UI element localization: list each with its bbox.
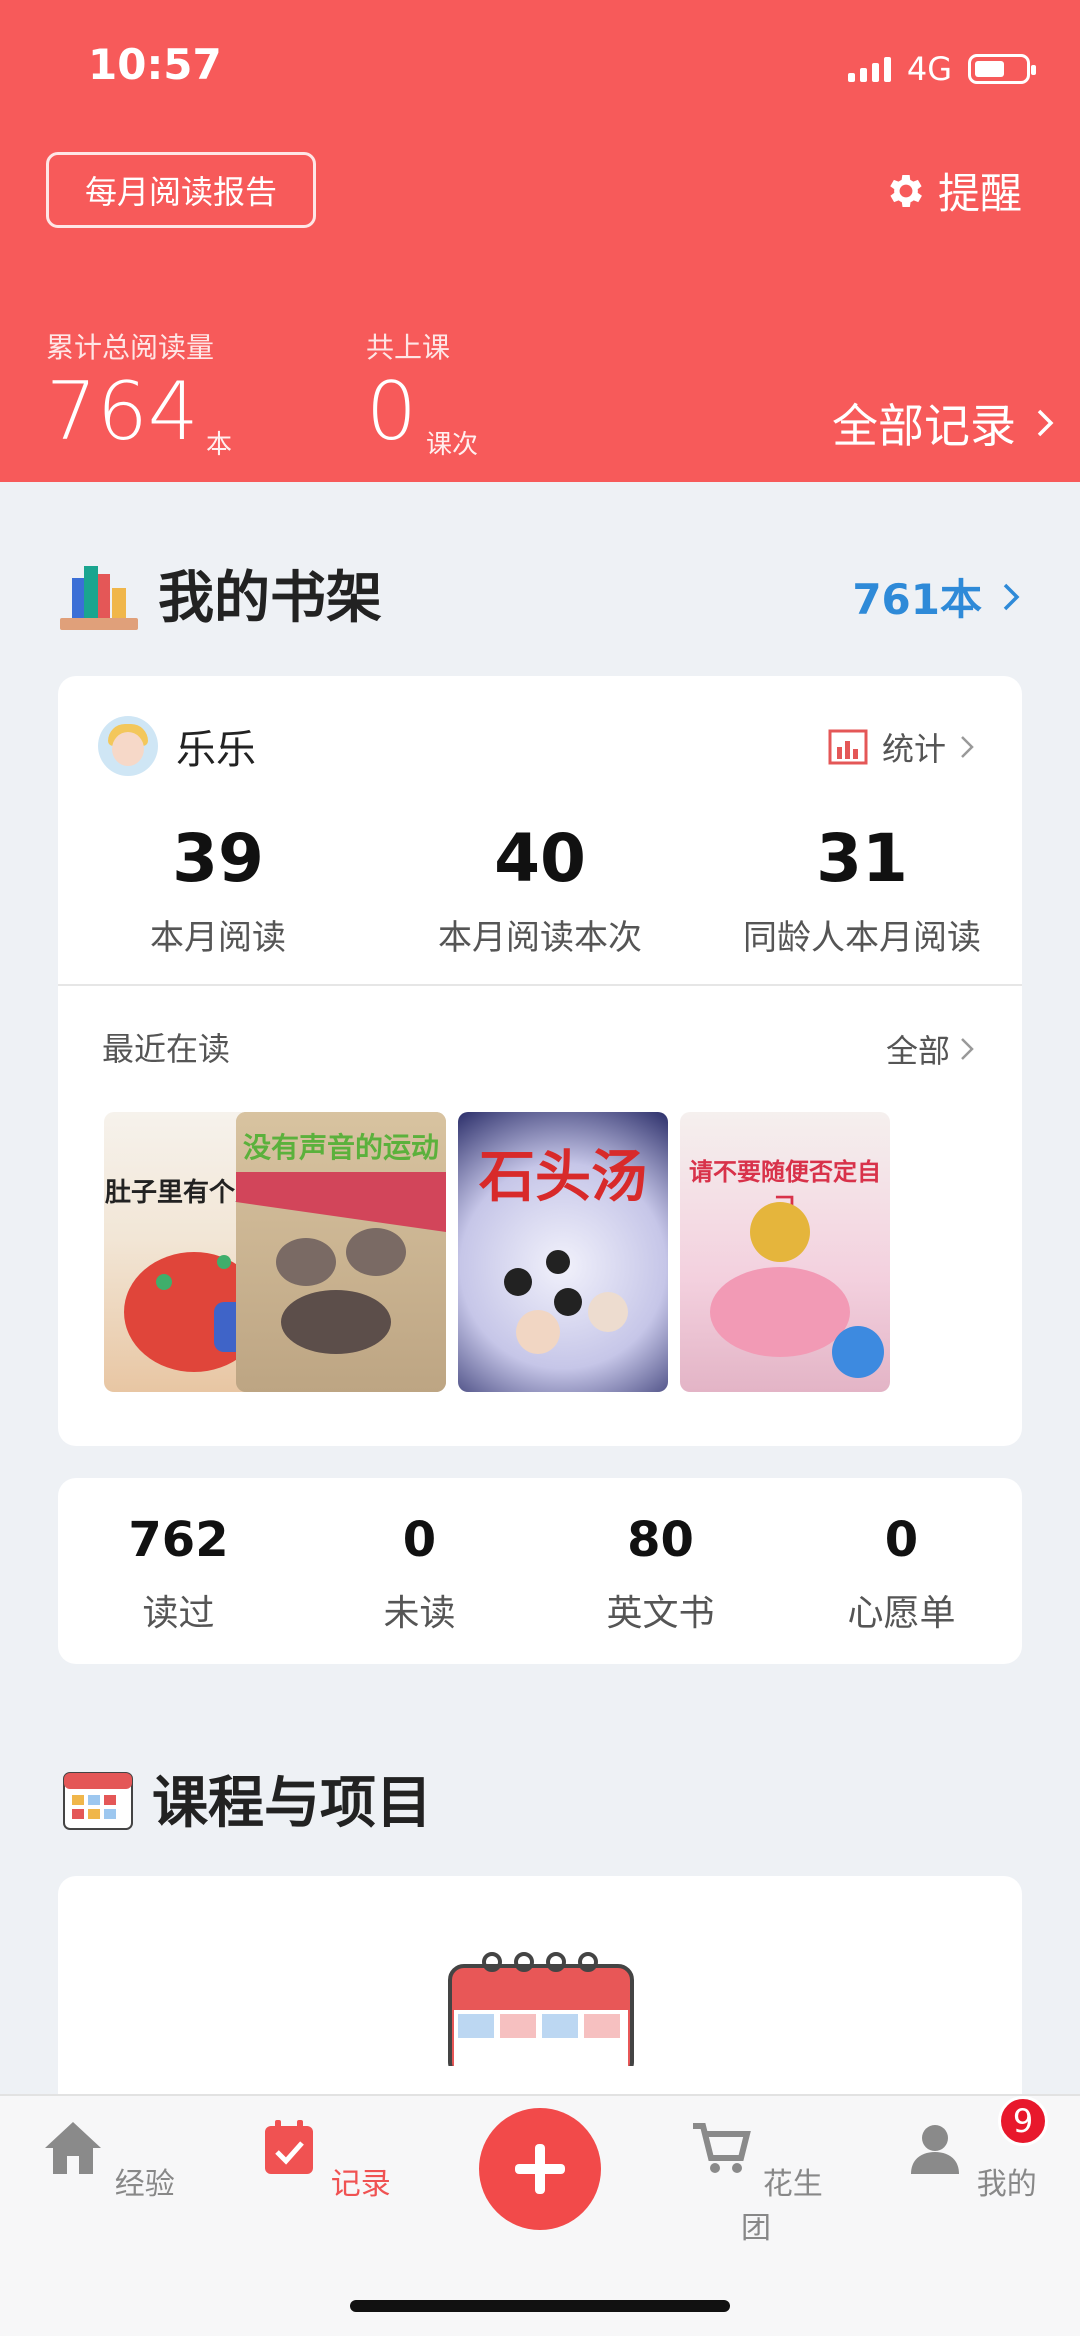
total-reading-value: 764: [46, 365, 199, 458]
statistics-label: 统计: [881, 730, 946, 768]
book-cover[interactable]: 石头汤: [458, 1112, 668, 1392]
tab-me-label: 我的: [976, 2167, 1037, 2202]
book-illustration: [504, 1250, 628, 1354]
child-profile[interactable]: 乐乐: [98, 716, 256, 776]
peer-reading-label: 同龄人本月阅读: [743, 918, 981, 958]
chevron-right-icon: [1003, 583, 1020, 610]
cart-icon: [693, 2123, 752, 2173]
monthly-sessions-stat: 40 本月阅读本次: [380, 826, 700, 959]
divider: [58, 984, 1022, 986]
courses-title: 课程与项目: [152, 1771, 432, 1836]
reading-counts-card: 762 读过 0 未读 80 英文书 0 心愿单: [58, 1478, 1022, 1664]
chevron-right-icon: [1037, 409, 1054, 437]
home-indicator: [350, 2300, 730, 2312]
notification-badge: 9: [998, 2096, 1048, 2146]
chevron-right-icon: [961, 1038, 974, 1060]
tab-records[interactable]: 记录: [254, 2116, 394, 2203]
calendar-icon: [63, 1771, 133, 1830]
wishlist-count-value: 0: [884, 1512, 919, 1568]
wishlist-count-label: 心愿单: [847, 1593, 956, 1634]
book-cover[interactable]: 没有声音的运动会: [236, 1112, 446, 1392]
child-name: 乐乐: [176, 727, 256, 773]
total-reading-unit: 本: [206, 430, 233, 460]
peer-reading-value: 31: [816, 820, 908, 897]
monthly-reading-value: 39: [172, 820, 264, 897]
courses-section-title: 课程与项目: [62, 1758, 432, 1839]
bookshelf-count-link[interactable]: 761本: [852, 566, 1020, 627]
battery-icon: [968, 54, 1036, 84]
home-icon: [45, 2122, 102, 2174]
all-records-link[interactable]: 全部记录: [832, 390, 1054, 456]
classes-label: 共上课: [366, 331, 451, 364]
peer-reading-stat: 31 同龄人本月阅读: [702, 826, 1022, 959]
remind-label: 提醒: [937, 169, 1022, 218]
header: 10:57 4G 每月阅读报告 提醒 累计总阅读量 764 本 共上课 0 课次…: [0, 0, 1080, 482]
bookshelf-section-title: 我的书架: [58, 552, 382, 634]
recent-reading-label: 最近在读: [102, 1030, 231, 1068]
calendar-check-icon: [265, 2120, 314, 2174]
english-book-count-label: 英文书: [606, 1593, 715, 1634]
read-count-label: 读过: [142, 1593, 215, 1634]
classes-unit: 课次: [426, 430, 479, 460]
read-count-value: 762: [128, 1512, 229, 1568]
unread-count[interactable]: 0 未读: [299, 1516, 540, 1636]
user-icon: [911, 2125, 960, 2174]
all-records-label: 全部记录: [832, 399, 1016, 453]
status-icons: 4G: [847, 50, 1036, 88]
monthly-report-button[interactable]: 每月阅读报告: [46, 152, 316, 228]
monthly-sessions-value: 40: [494, 820, 586, 897]
avatar: [98, 716, 158, 776]
remind-button[interactable]: 提醒: [884, 160, 1022, 221]
read-count[interactable]: 762 读过: [58, 1516, 299, 1636]
empty-calendar-icon: [448, 1952, 634, 2066]
add-record-button[interactable]: [479, 2108, 601, 2230]
book-illustration: [236, 1172, 446, 1354]
chevron-right-icon: [961, 736, 974, 758]
monthly-sessions-label: 本月阅读本次: [438, 918, 642, 958]
network-type: 4G: [906, 50, 952, 88]
status-time: 10:57: [88, 40, 222, 89]
wishlist-count[interactable]: 0 心愿单: [781, 1516, 1022, 1636]
signal-icon: [847, 56, 891, 82]
book-illustration: [710, 1202, 884, 1378]
gear-icon: [890, 174, 922, 207]
total-reading-label: 累计总阅读量: [46, 331, 215, 364]
bookshelf-icon: [60, 566, 138, 630]
statistics-link[interactable]: 统计: [828, 724, 974, 770]
child-reading-card: 乐乐 统计 39 本月阅读 40 本月阅读本次 31 同龄人本月阅读 最近在读 …: [58, 676, 1022, 1446]
tab-experience-label: 经验: [114, 2167, 175, 2202]
tab-me[interactable]: 我的 9: [900, 2096, 1048, 2203]
unread-count-label: 未读: [383, 1593, 456, 1634]
english-book-count-value: 80: [627, 1512, 694, 1568]
recent-all-link[interactable]: 全部: [886, 1026, 974, 1072]
tab-peanut-group[interactable]: 花生团: [686, 2116, 826, 2247]
monthly-reading-stat: 39 本月阅读: [58, 826, 378, 959]
tab-experience[interactable]: 经验: [38, 2116, 178, 2203]
bar-chart-icon: [828, 729, 868, 765]
tab-peanut-group-label: 花生团: [741, 2167, 823, 2246]
monthly-reading-label: 本月阅读: [150, 918, 286, 958]
recent-all-label: 全部: [885, 1032, 950, 1070]
tab-records-label: 记录: [330, 2167, 391, 2202]
book-cover[interactable]: 请不要随便否定自己: [680, 1112, 890, 1392]
unread-count-value: 0: [402, 1512, 437, 1568]
bookshelf-title: 我的书架: [158, 565, 382, 631]
english-book-count[interactable]: 80 英文书: [540, 1516, 781, 1636]
bookshelf-count: 761本: [852, 575, 982, 624]
classes-value: 0: [366, 365, 417, 458]
